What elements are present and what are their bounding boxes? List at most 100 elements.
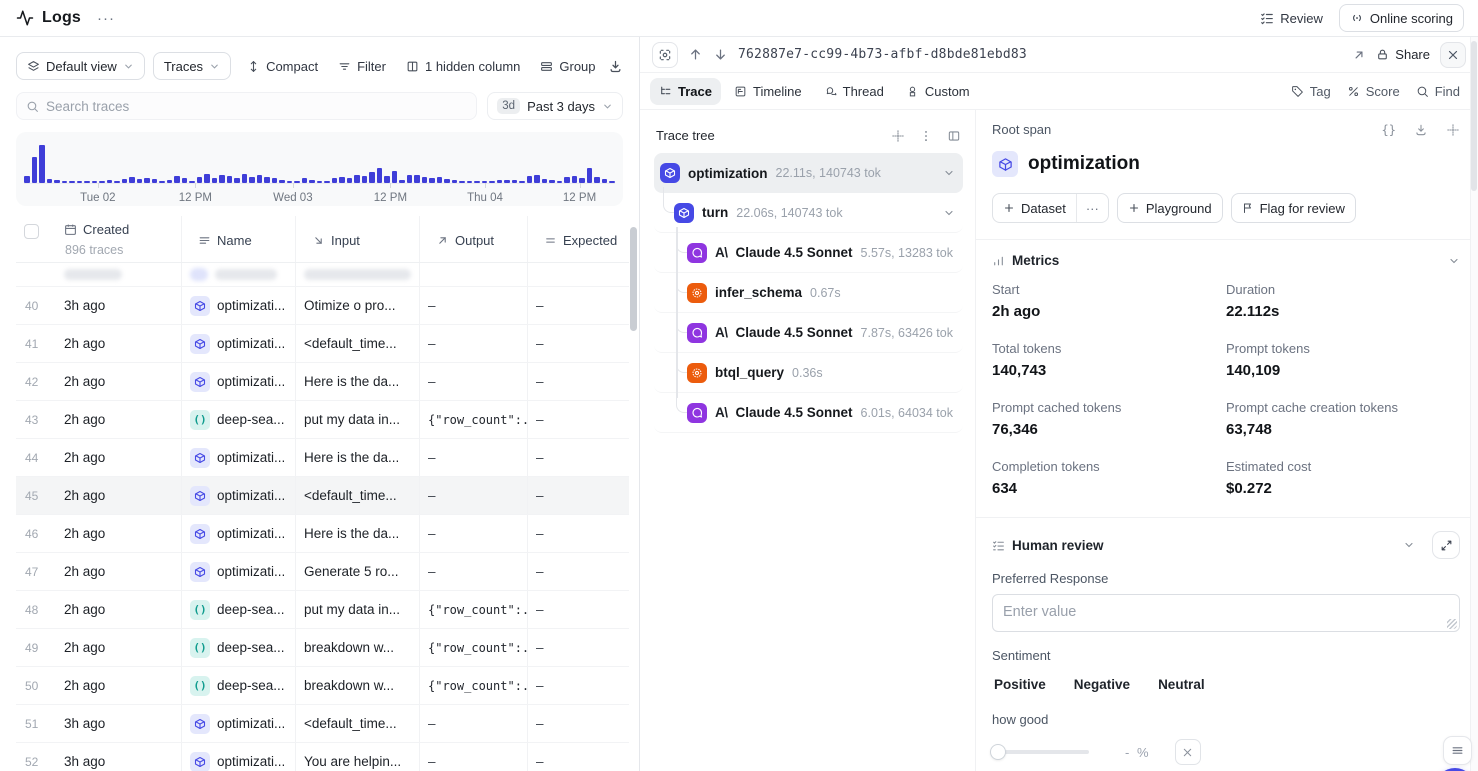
tree-node-optimization[interactable]: optimization22.11s, 140743 tok [654, 153, 963, 193]
histogram-bar[interactable] [504, 180, 510, 183]
histogram-bar[interactable] [47, 179, 53, 183]
move-span-icon[interactable] [1446, 123, 1460, 137]
human-review-section-header[interactable]: Human review [992, 518, 1460, 567]
next-trace-button[interactable] [713, 47, 728, 62]
playground-button[interactable]: Playground [1117, 193, 1223, 223]
histogram-bar[interactable] [542, 179, 548, 183]
histogram-bar[interactable] [564, 177, 570, 183]
histogram-bar[interactable] [489, 181, 495, 183]
online-scoring-button[interactable]: Online scoring [1339, 4, 1464, 32]
histogram-bar[interactable] [369, 172, 375, 183]
score-slider[interactable] [992, 750, 1089, 754]
chevron-down-icon[interactable] [1403, 539, 1415, 551]
histogram-bar[interactable] [497, 180, 503, 183]
dataset-more-button[interactable]: ··· [1076, 194, 1108, 222]
sentiment-option-positive[interactable]: Positive [994, 677, 1046, 692]
tree-node-turn[interactable]: turn22.06s, 140743 tok [654, 193, 963, 233]
histogram-bar[interactable] [279, 180, 285, 183]
histogram-bar[interactable] [54, 180, 60, 183]
resize-grip[interactable] [1447, 619, 1457, 629]
histogram-bar[interactable] [62, 181, 68, 183]
table-row[interactable]: 452h agooptimizati...<default_time...–– [16, 477, 629, 515]
tab-thread[interactable]: Thread [815, 78, 893, 105]
score-button[interactable]: Score [1339, 80, 1408, 103]
histogram-bar[interactable] [332, 178, 338, 183]
left-scrollbar-thumb[interactable] [630, 227, 637, 331]
histogram-bar[interactable] [309, 180, 315, 183]
histogram-bar[interactable] [602, 179, 608, 183]
compact-toggle[interactable]: Compact [239, 55, 326, 78]
histogram-bar[interactable] [197, 177, 203, 183]
download-span-icon[interactable] [1414, 123, 1428, 137]
tree-node-claude-4-5-sonnet[interactable]: A\Claude 4.5 Sonnet5.57s, 13283 tok [654, 233, 963, 273]
json-view-icon[interactable]: {} [1382, 123, 1396, 137]
histogram-bar[interactable] [32, 157, 38, 183]
histogram-bar[interactable] [69, 181, 75, 183]
histogram-bar[interactable] [114, 181, 120, 183]
kebab-menu-icon[interactable] [919, 129, 933, 143]
histogram-bar[interactable] [219, 175, 225, 183]
histogram-bar[interactable] [467, 181, 473, 183]
histogram-bar[interactable] [84, 181, 90, 183]
clear-score-button[interactable] [1175, 739, 1201, 765]
view-selector[interactable]: Default view [16, 52, 145, 80]
histogram-bar[interactable] [399, 180, 405, 183]
hidden-columns-button[interactable]: 1 hidden column [398, 55, 528, 78]
histogram-bar[interactable] [437, 177, 443, 183]
tab-trace[interactable]: Trace [650, 78, 721, 105]
table-row[interactable]: 482h ago()deep-sea...put my data in...{"… [16, 591, 629, 629]
histogram-bar[interactable] [189, 181, 195, 183]
histogram-bar[interactable] [249, 177, 255, 183]
histogram-bar[interactable] [264, 177, 270, 183]
panel-layout-icon[interactable] [947, 129, 961, 143]
histogram-bar[interactable] [407, 175, 413, 183]
histogram-bar[interactable] [377, 168, 383, 183]
histogram-bar[interactable] [339, 177, 345, 183]
histogram-bar[interactable] [182, 178, 188, 183]
filter-button[interactable]: Filter [330, 55, 394, 78]
histogram-bar[interactable] [519, 181, 525, 183]
right-scrollbar-thumb[interactable] [1471, 41, 1477, 191]
table-row[interactable]: 432h ago()deep-sea...put my data in...{"… [16, 401, 629, 439]
histogram-bar[interactable] [24, 176, 30, 183]
histogram-bar[interactable] [549, 180, 555, 183]
histogram-bar[interactable] [92, 181, 98, 183]
traces-selector[interactable]: Traces [153, 52, 231, 80]
histogram-bar[interactable] [452, 180, 458, 183]
column-header-output[interactable]: Output [455, 233, 494, 248]
table-row[interactable]: 513h agooptimizati...<default_time...–– [16, 705, 629, 743]
histogram-bar[interactable] [204, 174, 210, 183]
close-panel-button[interactable] [1440, 42, 1466, 68]
share-button[interactable]: Share [1376, 47, 1430, 62]
histogram-bar[interactable] [474, 181, 480, 183]
histogram-bar[interactable] [347, 178, 353, 183]
histogram-bar[interactable] [99, 181, 105, 183]
expand-review-button[interactable] [1432, 531, 1460, 559]
histogram-bar[interactable] [272, 178, 278, 183]
histogram-bar[interactable] [384, 176, 390, 183]
histogram-bar[interactable] [429, 178, 435, 183]
date-range-selector[interactable]: 3d Past 3 days [487, 92, 623, 120]
column-header-created[interactable]: Created [83, 222, 129, 237]
histogram-bar[interactable] [459, 181, 465, 183]
histogram-bar[interactable] [579, 178, 585, 183]
histogram-bar[interactable] [534, 175, 540, 183]
histogram-bar[interactable] [107, 180, 113, 183]
tab-timeline[interactable]: Timeline [725, 78, 811, 105]
histogram-bar[interactable] [242, 174, 248, 183]
histogram-bar[interactable] [422, 177, 428, 183]
histogram-bar[interactable] [137, 179, 143, 183]
chevron-down-icon[interactable] [1448, 255, 1460, 267]
histogram-bar[interactable] [294, 181, 300, 183]
column-header-expected[interactable]: Expected [563, 233, 617, 248]
slider-thumb[interactable] [990, 744, 1006, 760]
sentiment-option-neutral[interactable]: Neutral [1158, 677, 1205, 692]
select-all-checkbox[interactable] [24, 224, 39, 239]
add-to-dataset-button[interactable]: Dataset [993, 194, 1076, 222]
histogram-bar[interactable] [354, 175, 360, 183]
table-row[interactable]: 412h agooptimizati...<default_time...–– [16, 325, 629, 363]
find-button[interactable]: Find [1408, 80, 1468, 103]
previous-trace-button[interactable] [688, 47, 703, 62]
histogram-bar[interactable] [122, 179, 128, 183]
histogram-bar[interactable] [392, 171, 398, 183]
